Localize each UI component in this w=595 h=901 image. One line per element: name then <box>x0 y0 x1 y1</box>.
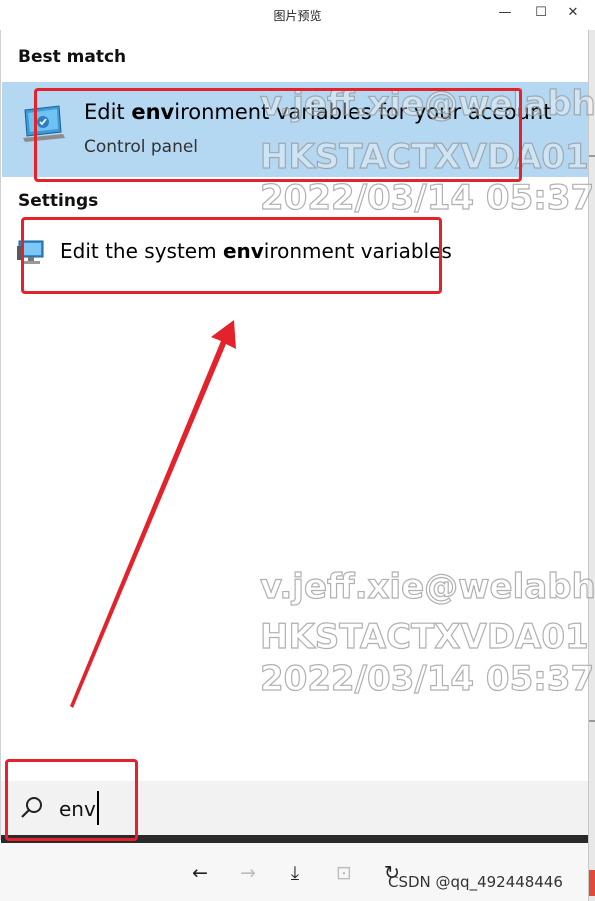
highlight-system-variables <box>21 217 442 294</box>
minimize-button[interactable]: — <box>492 4 518 22</box>
fit-screen-icon[interactable]: ⊡ <box>330 861 358 885</box>
settings-heading: Settings <box>18 191 99 211</box>
csdn-credit: CSDN @qq_492448446 <box>388 873 563 891</box>
close-button[interactable]: ✕ <box>560 4 586 22</box>
preview-toolbar: ← → ⤓ ⊡ ↻ CSDN @qq_492448446 <box>0 843 588 901</box>
window-titlebar: 图片预览 — ☐ ✕ <box>0 0 595 30</box>
watermark-host: HKSTACTXVDA01 <box>259 616 589 657</box>
watermark-timestamp: 2022/03/14 05:37 <box>259 177 595 218</box>
maximize-button[interactable]: ☐ <box>528 4 554 22</box>
watermark-timestamp: 2022/03/14 05:37 <box>259 658 595 699</box>
highlight-search-box <box>5 759 138 841</box>
highlight-best-match <box>34 88 522 182</box>
watermark-user: v.jeff.xie@welabhk <box>259 566 595 607</box>
forward-arrow-icon[interactable]: → <box>234 861 262 885</box>
background-window-strip <box>588 30 595 901</box>
best-match-heading: Best match <box>18 47 127 67</box>
back-arrow-icon[interactable]: ← <box>186 861 214 885</box>
download-icon[interactable]: ⤓ <box>281 861 309 885</box>
